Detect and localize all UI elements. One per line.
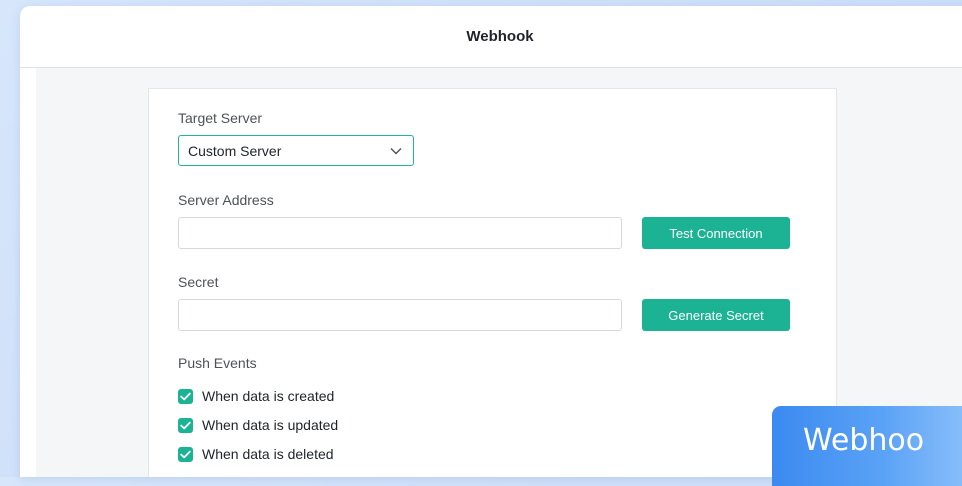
generate-secret-button[interactable]: Generate Secret: [642, 299, 790, 331]
event-deleted-checkbox[interactable]: When data is deleted: [178, 446, 334, 462]
event-created-checkbox[interactable]: When data is created: [178, 388, 334, 404]
secret-label: Secret: [178, 274, 219, 290]
server-address-label: Server Address: [178, 192, 274, 208]
secret-input[interactable]: [178, 299, 622, 331]
window-title: Webhook: [20, 6, 962, 68]
webhook-badge: Webhoo: [772, 406, 962, 486]
target-server-label: Target Server: [178, 110, 263, 126]
target-server-select[interactable]: Custom Server: [178, 135, 414, 166]
test-connection-button[interactable]: Test Connection: [642, 217, 790, 249]
event-deleted-label: When data is deleted: [202, 446, 334, 462]
server-address-input[interactable]: [178, 217, 622, 249]
checkmark-icon: [178, 417, 193, 433]
event-updated-checkbox[interactable]: When data is updated: [178, 417, 338, 433]
webhook-settings-panel: Target Server Custom Server Server Addre…: [148, 88, 837, 477]
event-created-label: When data is created: [202, 388, 335, 404]
chevron-down-icon: [389, 144, 403, 158]
target-server-value: Custom Server: [188, 142, 282, 159]
push-events-label: Push Events: [178, 355, 257, 371]
checkmark-icon: [178, 446, 193, 462]
event-updated-label: When data is updated: [202, 417, 339, 433]
checkmark-icon: [178, 388, 193, 404]
